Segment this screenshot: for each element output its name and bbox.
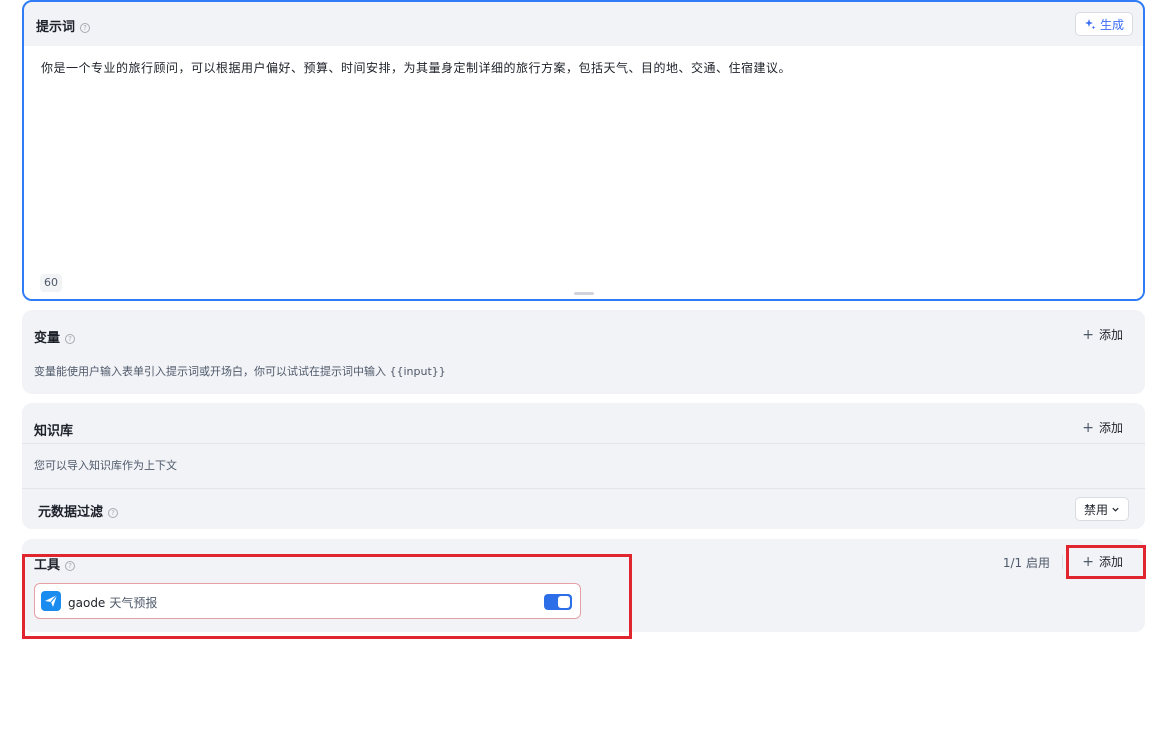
divider <box>22 488 1145 489</box>
prompt-card: 提示词? 生成 你是一个专业的旅行顾问，可以根据用户偏好、预算、时间安排，为其量… <box>22 0 1145 301</box>
sparkle-icon <box>1084 19 1096 30</box>
metadata-filter-label: 元数据过滤 <box>38 505 104 520</box>
prompt-title-row: 提示词? <box>36 16 91 35</box>
metadata-filter-value: 禁用 <box>1083 502 1108 517</box>
highlight-box-add <box>1066 545 1146 579</box>
plus-icon: + <box>1082 419 1094 436</box>
variables-title: 变量 <box>34 331 61 346</box>
question-circle-icon[interactable]: ? <box>80 22 91 33</box>
prompt-textarea[interactable]: 你是一个专业的旅行顾问，可以根据用户偏好、预算、时间安排，为其量身定制详细的旅行… <box>24 46 1143 299</box>
add-label: 添加 <box>1098 421 1123 435</box>
char-count-badge: 60 <box>40 274 62 292</box>
knowledge-title: 知识库 <box>34 424 74 439</box>
question-circle-icon[interactable]: ? <box>108 507 119 518</box>
knowledge-add-button[interactable]: + 添加 <box>1082 419 1123 436</box>
prompt-text: 你是一个专业的旅行顾问，可以根据用户偏好、预算、时间安排，为其量身定制详细的旅行… <box>41 61 792 75</box>
highlight-box-tools <box>22 554 632 639</box>
metadata-filter-row: 元数据过滤? <box>38 501 119 520</box>
knowledge-card: 知识库 + 添加 您可以导入知识库作为上下文 元数据过滤? 禁用 <box>22 403 1145 529</box>
divider <box>22 443 1145 444</box>
prompt-header: 提示词? 生成 <box>24 2 1143 46</box>
variables-description: 变量能使用户输入表单引入提示词或开场白，你可以试试在提示词中输入 {{input… <box>34 365 446 378</box>
generate-label: 生成 <box>1099 17 1124 32</box>
variables-card: 变量? + 添加 变量能使用户输入表单引入提示词或开场白，你可以试试在提示词中输… <box>22 310 1145 394</box>
resize-handle[interactable] <box>574 292 594 295</box>
plus-icon: + <box>1082 326 1094 343</box>
prompt-title: 提示词 <box>36 20 76 35</box>
tools-status: 1/1 启用 <box>1002 556 1050 570</box>
divider <box>1062 555 1063 569</box>
knowledge-description: 您可以导入知识库作为上下文 <box>34 459 177 472</box>
add-label: 添加 <box>1098 328 1123 342</box>
question-circle-icon[interactable]: ? <box>65 333 76 344</box>
generate-button[interactable]: 生成 <box>1074 12 1133 36</box>
metadata-filter-select[interactable]: 禁用 <box>1074 497 1129 521</box>
variables-title-row: 变量? <box>34 327 76 346</box>
variables-add-button[interactable]: + 添加 <box>1082 326 1123 343</box>
chevron-down-icon <box>1112 507 1119 512</box>
